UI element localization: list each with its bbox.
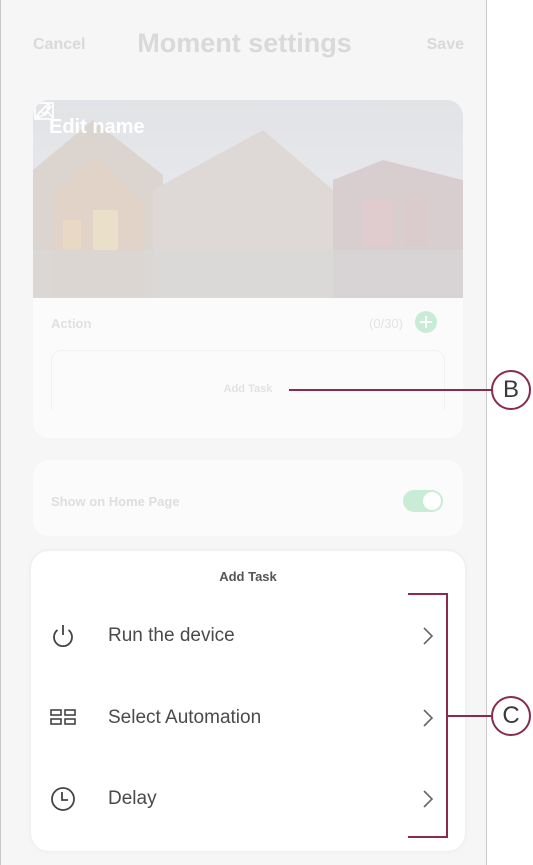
show-on-home-toggle[interactable] bbox=[403, 490, 443, 512]
save-button[interactable]: Save bbox=[427, 36, 464, 54]
image-icon[interactable] bbox=[33, 100, 55, 122]
menu-item-run-the-device[interactable]: Run the device bbox=[31, 606, 465, 666]
header: Cancel Moment settings Save bbox=[1, 20, 486, 70]
menu-item-delay[interactable]: Delay bbox=[31, 769, 465, 829]
action-label: Action bbox=[51, 316, 92, 331]
menu-item-label: Run the device bbox=[108, 625, 235, 646]
moment-photo[interactable]: Edit name bbox=[33, 100, 463, 298]
callout-c: C bbox=[491, 696, 531, 736]
menu-item-select-automation[interactable]: Select Automation bbox=[31, 688, 465, 748]
power-icon bbox=[53, 625, 73, 648]
show-on-home-card: Show on Home Page bbox=[33, 460, 463, 536]
menu-item-label: Select Automation bbox=[108, 707, 262, 728]
callout-c-bracket bbox=[408, 593, 448, 838]
callout-b-line bbox=[289, 389, 492, 391]
toggle-knob bbox=[423, 492, 441, 510]
action-count: (0/30) bbox=[369, 316, 403, 331]
show-on-home-label: Show on Home Page bbox=[51, 494, 180, 509]
moment-card: Edit name Action (0/30) Add Task bbox=[33, 100, 463, 438]
callout-b: B bbox=[491, 370, 531, 410]
sheet-title: Add Task bbox=[219, 569, 277, 584]
edit-name-label[interactable]: Edit name bbox=[49, 116, 145, 139]
callout-c-line bbox=[448, 715, 492, 717]
menu-item-label: Delay bbox=[108, 788, 157, 809]
add-action-plus-icon[interactable] bbox=[415, 311, 437, 333]
page-title: Moment settings bbox=[137, 28, 352, 58]
automation-grid-icon bbox=[50, 709, 76, 725]
add-task-box[interactable]: Add Task bbox=[51, 350, 445, 410]
add-task-sheet: Add Task Run the device Select Automatio… bbox=[31, 551, 465, 851]
clock-icon bbox=[51, 787, 75, 811]
